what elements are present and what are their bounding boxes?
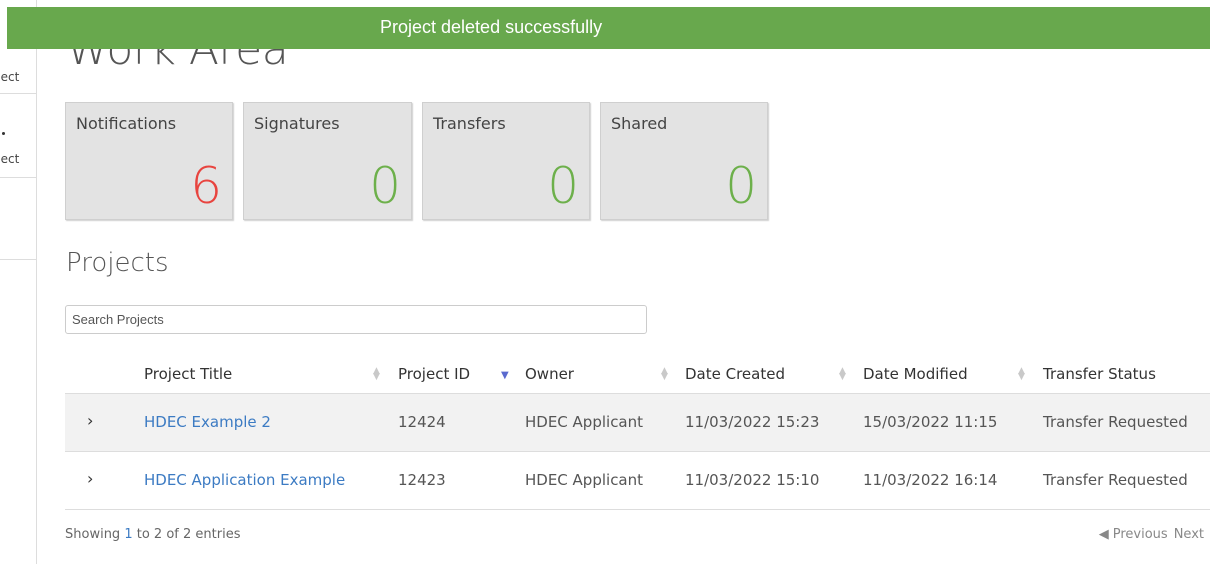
project-title-link[interactable]: HDEC Application Example: [144, 471, 345, 489]
card-count: 0: [547, 157, 579, 215]
search-projects-input[interactable]: [65, 305, 647, 334]
card-label: Transfers: [433, 114, 506, 133]
date-modified: 11/03/2022 16:14: [863, 471, 998, 489]
success-toast: Project deleted successfully: [7, 7, 1210, 49]
date-modified: 15/03/2022 11:15: [863, 413, 998, 431]
column-header-project-title[interactable]: Project Title: [144, 365, 232, 383]
info-mid1: to: [132, 527, 154, 542]
project-id: 12423: [398, 471, 446, 489]
transfer-status: Transfer Requested: [1043, 471, 1188, 489]
card-label: Notifications: [76, 114, 177, 133]
sort-icon[interactable]: ▲ ▼: [839, 367, 846, 382]
sort-desc-icon[interactable]: ▼: [501, 371, 509, 381]
sort-icon[interactable]: ▲ ▼: [373, 367, 380, 382]
info-mid2: of: [162, 527, 183, 542]
sidebar: oject oject: [0, 0, 37, 564]
table-header: Project Title ▲ ▼ Project ID ▼ Owner ▲ ▼ D…: [65, 354, 1210, 394]
projects-heading: Projects: [66, 248, 169, 278]
sort-icon[interactable]: ▲ ▼: [661, 367, 668, 382]
card-count: 0: [725, 157, 757, 215]
sidebar-item-label: oject: [0, 70, 20, 84]
project-title-link[interactable]: HDEC Example 2: [144, 413, 271, 431]
project-owner: HDEC Applicant: [525, 413, 644, 431]
column-header-owner[interactable]: Owner: [525, 365, 574, 383]
bullet-icon: [2, 132, 5, 135]
previous-button[interactable]: Previous: [1113, 527, 1168, 542]
chevron-right-icon[interactable]: ›: [87, 469, 93, 488]
sidebar-item-label: oject: [0, 152, 20, 166]
column-header-date-created[interactable]: Date Created: [685, 365, 785, 383]
sort-icon[interactable]: ▲ ▼: [1018, 367, 1025, 382]
date-created: 11/03/2022 15:23: [685, 413, 820, 431]
table-row: › HDEC Application Example 12423 HDEC Ap…: [65, 452, 1210, 510]
triangle-left-icon[interactable]: ◀: [1099, 527, 1109, 542]
sidebar-item-empty[interactable]: [0, 178, 36, 260]
next-button[interactable]: Next: [1174, 527, 1204, 542]
sidebar-item-project[interactable]: oject: [0, 50, 36, 94]
project-id: 12424: [398, 413, 446, 431]
notifications-card[interactable]: Notifications 6: [65, 102, 233, 220]
card-count: 0: [369, 157, 401, 215]
info-prefix: Showing: [65, 527, 125, 542]
transfers-card[interactable]: Transfers 0: [422, 102, 590, 220]
signatures-card[interactable]: Signatures 0: [243, 102, 412, 220]
info-to: 2: [153, 527, 163, 542]
project-owner: HDEC Applicant: [525, 471, 644, 489]
card-label: Signatures: [254, 114, 340, 133]
projects-table: Project Title ▲ ▼ Project ID ▼ Owner ▲ ▼ D…: [65, 354, 1210, 510]
chevron-right-icon[interactable]: ›: [87, 411, 93, 430]
shared-card[interactable]: Shared 0: [600, 102, 768, 220]
table-row: › HDEC Example 2 12424 HDEC Applicant 11…: [65, 394, 1210, 452]
info-suffix: entries: [191, 527, 241, 542]
date-created: 11/03/2022 15:10: [685, 471, 820, 489]
info-from: 1: [124, 527, 133, 542]
sidebar-item-project-2[interactable]: oject: [0, 94, 36, 178]
card-label: Shared: [611, 114, 668, 133]
column-header-date-modified[interactable]: Date Modified: [863, 365, 968, 383]
card-count: 6: [190, 157, 222, 215]
column-header-project-id[interactable]: Project ID: [398, 365, 470, 383]
table-info: Showing 1 to 2 of 2 entries: [65, 527, 240, 542]
transfer-status: Transfer Requested: [1043, 413, 1188, 431]
pagination: ◀ Previous Next: [1093, 527, 1204, 542]
column-header-transfer-status[interactable]: Transfer Status: [1043, 365, 1156, 383]
